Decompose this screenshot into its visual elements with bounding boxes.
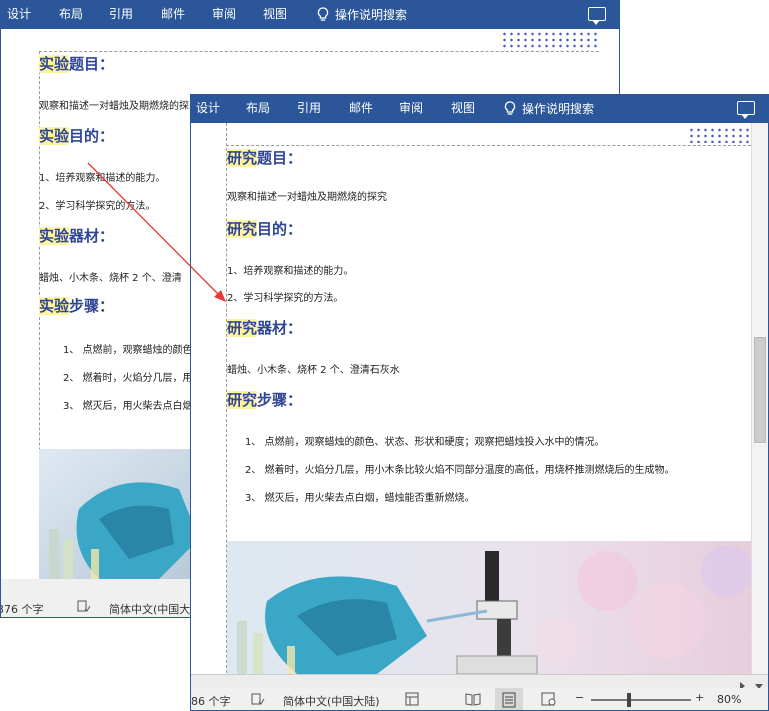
step-1: 1、 点燃前，观察蜡烛的颜色、状态、形状和硬度；观察把蜡烛投入水中的情况。 (245, 437, 605, 448)
vertical-scroll-thumb[interactable] (754, 337, 766, 443)
lightbulb-icon (317, 7, 329, 23)
tab-layout[interactable]: 布局 (59, 7, 83, 21)
horizontal-scrollbar[interactable] (191, 674, 768, 690)
lab-photo (227, 541, 751, 674)
print-layout-icon[interactable] (495, 688, 523, 710)
purpose-line-2: 2、学习科学探究的方法。 (39, 201, 156, 212)
proofing-icon[interactable] (77, 599, 91, 616)
tell-me-search[interactable]: 操作说明搜索 (317, 7, 407, 23)
tab-references[interactable]: 引用 (109, 7, 133, 21)
zoom-in-button[interactable]: + (695, 691, 704, 704)
zoom-level[interactable]: 80% (717, 693, 741, 706)
tab-design[interactable]: 设计 (7, 7, 31, 21)
tab-view[interactable]: 视图 (263, 7, 287, 21)
comments-icon[interactable] (737, 101, 755, 119)
proofing-icon[interactable] (251, 692, 265, 709)
tab-design[interactable]: 设计 (196, 101, 220, 115)
purpose-line-1: 1、培养观察和描述的能力。 (227, 266, 354, 277)
word-count[interactable]: 376 个字 (1, 601, 44, 617)
tab-view[interactable]: 视图 (451, 101, 475, 115)
lab-photo (39, 449, 199, 579)
language-status[interactable]: 简体中文(中国大陆) (283, 693, 380, 709)
tab-review[interactable]: 审阅 (212, 7, 236, 21)
front-document-page: 研究题目： 观察和描述一对蜡烛及期燃烧的探究 研究目的： 1、培养观察和描述的能… (191, 123, 768, 683)
zoom-slider-thumb[interactable] (627, 693, 631, 707)
read-mode-icon[interactable] (465, 692, 481, 709)
tab-layout[interactable]: 布局 (246, 101, 270, 115)
heading-purpose: 实验目的： (39, 127, 115, 145)
tab-review[interactable]: 审阅 (399, 101, 423, 115)
tab-mailings[interactable]: 邮件 (349, 101, 373, 115)
language-status[interactable]: 简体中文(中国大 (109, 601, 190, 617)
heading-steps: 实验步骤： (39, 297, 115, 315)
front-document-window: 设计 布局 引用 邮件 审阅 视图 操作说明搜索 研究题目： 观察和描述一对蜡烛… (190, 94, 769, 711)
tell-me-search[interactable]: 操作说明搜索 (504, 101, 594, 117)
page-decoration-dots (688, 127, 752, 143)
heading-topic: 研究题目： (227, 149, 303, 167)
topic-text: 观察和描述一对蜡烛及期燃烧的探 (39, 101, 189, 112)
step-1: 1、 点燃前，观察蜡烛的颜色 (63, 345, 193, 356)
step-3: 3、 燃灭后，用火柴去点白烟 (63, 401, 193, 412)
web-layout-icon[interactable] (541, 692, 557, 709)
tell-me-label: 操作说明搜索 (335, 8, 408, 22)
margin-guide-top (39, 51, 599, 52)
purpose-line-2: 2、学习科学探究的方法。 (227, 293, 344, 304)
heading-purpose: 研究目的： (227, 220, 303, 238)
front-ribbon: 设计 布局 引用 邮件 审阅 视图 操作说明搜索 (191, 95, 768, 123)
page-decoration-dots (501, 31, 601, 51)
equipment-text: 蜡烛、小木条、烧杯 2 个、澄清 (39, 273, 182, 284)
heading-topic: 实验题目： (39, 55, 115, 73)
heading-equipment: 实验器材： (39, 227, 115, 245)
equipment-text: 蜡烛、小木条、烧杯 2 个、澄清石灰水 (227, 365, 400, 376)
accessibility-icon[interactable] (405, 692, 419, 709)
word-count[interactable]: 86 个字 (191, 693, 231, 709)
step-2: 2、 燃着时，火焰分几层，用 (63, 373, 193, 384)
comments-icon[interactable] (588, 7, 606, 25)
purpose-line-1: 1、培养观察和描述的能力。 (39, 173, 166, 184)
heading-equipment: 研究器材： (227, 319, 303, 337)
back-ribbon: 设计 布局 引用 邮件 审阅 视图 操作说明搜索 (1, 1, 619, 29)
topic-text: 观察和描述一对蜡烛及期燃烧的探究 (227, 192, 387, 203)
tell-me-label: 操作说明搜索 (522, 102, 595, 116)
step-2: 2、 燃着时，火焰分几层，用小木条比较火焰不同部分温度的高低，用烧杯推测燃烧后的… (245, 465, 675, 476)
zoom-slider[interactable] (591, 693, 691, 707)
tab-mailings[interactable]: 邮件 (161, 7, 185, 21)
front-status-bar: 86 个字 简体中文(中国大陆) − + 80% (191, 688, 768, 710)
vertical-scrollbar[interactable] (751, 123, 768, 674)
lightbulb-icon (504, 101, 516, 117)
zoom-out-button[interactable]: − (575, 691, 584, 704)
step-3: 3、 燃灭后，用火柴去点白烟，蜡烛能否重新燃烧。 (245, 493, 475, 504)
heading-steps: 研究步骤： (227, 391, 303, 409)
margin-guide-top (226, 145, 756, 146)
tab-references[interactable]: 引用 (297, 101, 321, 115)
